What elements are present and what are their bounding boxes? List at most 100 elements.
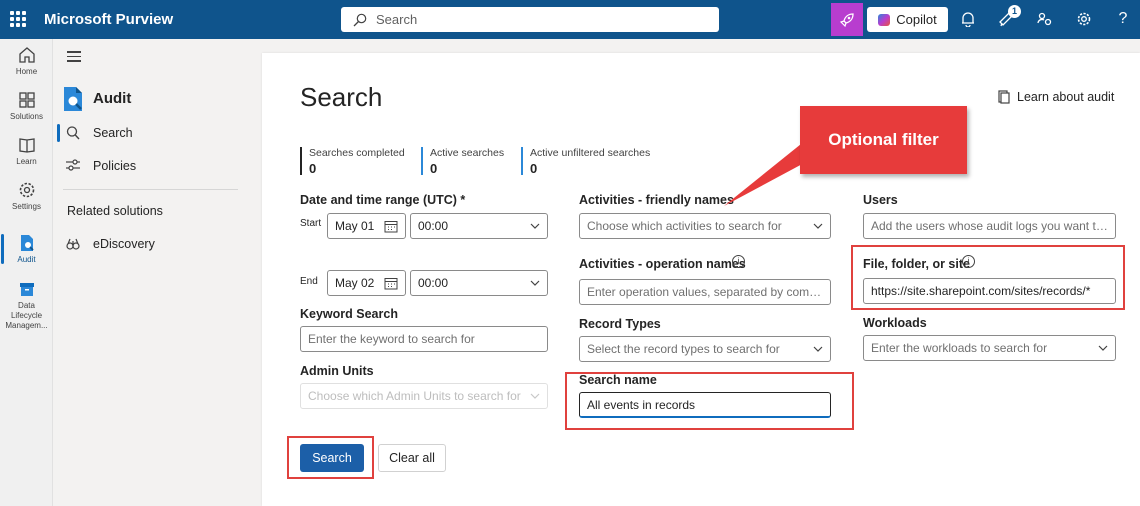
rail-label-audit: Audit <box>17 255 36 264</box>
end-time-dropdown[interactable]: 00:00 <box>410 270 548 296</box>
rail-label-solutions: Solutions <box>10 112 43 121</box>
keyword-search-placeholder: Enter the keyword to search for <box>308 332 475 346</box>
keyword-search-label: Keyword Search <box>300 307 398 321</box>
stat-value: 0 <box>430 161 438 176</box>
chevron-down-icon <box>530 280 540 286</box>
users-placeholder: Add the users whose audit logs you want … <box>871 219 1108 233</box>
search-icon <box>353 13 367 26</box>
top-bar: Microsoft Purview Copilot 1 ? <box>0 0 1140 39</box>
sliders-icon <box>66 159 80 171</box>
notifications-button[interactable] <box>959 10 977 28</box>
activities-friendly-label: Activities - friendly names <box>579 193 734 207</box>
copilot-icon <box>878 13 891 26</box>
chevron-down-icon <box>530 393 540 399</box>
rail-label-learn: Learn <box>16 157 37 166</box>
admin-units-dropdown[interactable]: Choose which Admin Units to search for <box>300 383 548 409</box>
gear-icon <box>19 182 34 198</box>
stat-active-unfiltered-searches: Active unfiltered searches 0 <box>521 147 651 176</box>
solutions-icon <box>18 92 35 108</box>
stat-label: Searches completed <box>309 147 405 159</box>
keyword-search-input[interactable]: Enter the keyword to search for <box>300 326 548 352</box>
related-solutions-heading: Related solutions <box>67 204 163 218</box>
stat-value: 0 <box>530 161 538 176</box>
app-launcher-icon[interactable] <box>10 11 26 27</box>
settings-button[interactable] <box>1075 10 1093 28</box>
calendar-icon <box>384 277 398 289</box>
bell-icon <box>962 12 974 27</box>
nav-item-search[interactable]: Search <box>93 126 133 140</box>
copilot-button[interactable]: Copilot <box>867 7 948 32</box>
start-date-value: May 01 <box>335 219 375 233</box>
activities-operation-label: Activities - operation names <box>579 257 746 271</box>
learn-icon <box>18 138 35 153</box>
search-icon <box>66 126 80 140</box>
rail-label-data-lifecycle: Data Lifecycle Managem... <box>5 301 48 330</box>
audit-icon <box>64 87 82 111</box>
optional-filter-callout: Optional filter <box>800 106 967 174</box>
highlight-file-folder-site <box>851 245 1125 310</box>
stat-value: 0 <box>309 161 317 176</box>
workloads-dropdown[interactable]: Enter the workloads to search for <box>863 335 1116 361</box>
record-types-dropdown[interactable]: Select the record types to search for <box>579 336 831 362</box>
workloads-placeholder: Enter the workloads to search for <box>871 341 1048 355</box>
start-date-picker[interactable]: May 01 <box>327 213 406 239</box>
nav-item-policies[interactable]: Policies <box>93 159 136 173</box>
chevron-down-icon <box>813 346 823 352</box>
gear-icon <box>1077 12 1091 26</box>
end-date-picker[interactable]: May 02 <box>327 270 406 296</box>
copilot-label: Copilot <box>896 12 937 27</box>
start-label: Start <box>300 218 322 229</box>
start-time-value: 00:00 <box>418 219 449 233</box>
rail-item-data-lifecycle[interactable]: Data Lifecycle Managem... <box>0 280 53 331</box>
activities-operation-input[interactable]: Enter operation values, separated by com… <box>579 279 831 305</box>
learn-link-label: Learn about audit <box>1017 90 1115 104</box>
rail-item-audit[interactable]: Audit <box>0 234 53 264</box>
stat-label: Active unfiltered searches <box>530 147 651 159</box>
people-connect-icon <box>1037 12 1052 26</box>
admin-units-placeholder: Choose which Admin Units to search for <box>308 389 521 403</box>
rail-item-solutions[interactable]: Solutions <box>0 91 53 121</box>
chevron-down-icon <box>530 223 540 229</box>
secondary-nav: Audit Search Policies Related solutions … <box>53 39 253 506</box>
nav-title: Audit <box>93 90 132 107</box>
left-rail: Home Solutions Learn Settings Audit Data… <box>0 39 53 506</box>
date-range-label: Date and time range (UTC) * <box>300 193 466 207</box>
users-label: Users <box>863 193 898 207</box>
connect-button[interactable] <box>1036 10 1054 28</box>
highlight-search-button <box>287 436 374 479</box>
stat-active-searches: Active searches 0 <box>421 147 505 176</box>
rocket-button[interactable] <box>831 3 863 36</box>
workloads-label: Workloads <box>863 316 927 330</box>
app-title[interactable]: Microsoft Purview <box>44 11 173 28</box>
nav-selected-indicator <box>57 124 60 142</box>
users-input[interactable]: Add the users whose audit logs you want … <box>863 213 1116 239</box>
rail-item-settings[interactable]: Settings <box>0 181 53 211</box>
end-time-value: 00:00 <box>418 276 449 290</box>
admin-units-label: Admin Units <box>300 364 374 378</box>
end-label: End <box>300 276 318 287</box>
audit-icon <box>20 235 34 251</box>
nav-item-ediscovery[interactable]: eDiscovery <box>93 237 155 251</box>
record-types-placeholder: Select the record types to search for <box>587 342 780 356</box>
document-icon <box>998 90 1010 104</box>
rail-item-home[interactable]: Home <box>0 46 53 76</box>
stat-label: Active searches <box>430 147 505 159</box>
start-time-dropdown[interactable]: 00:00 <box>410 213 548 239</box>
learn-about-audit-link[interactable]: Learn about audit <box>998 90 1114 104</box>
highlight-search-name <box>565 372 854 430</box>
activities-friendly-placeholder: Choose which activities to search for <box>587 219 782 233</box>
activities-operation-placeholder: Enter operation values, separated by com… <box>587 285 823 299</box>
activities-friendly-dropdown[interactable]: Choose which activities to search for <box>579 213 831 239</box>
help-button[interactable]: ? <box>1114 10 1132 28</box>
global-search-input[interactable] <box>376 12 719 27</box>
chevron-down-icon <box>1098 345 1108 351</box>
info-icon[interactable]: i <box>732 255 745 268</box>
rail-label-home: Home <box>15 67 38 76</box>
clear-all-button[interactable]: Clear all <box>378 444 446 472</box>
rail-item-learn[interactable]: Learn <box>0 136 53 166</box>
global-search-box[interactable] <box>341 7 719 32</box>
stat-searches-completed: Searches completed 0 <box>300 147 405 176</box>
hamburger-icon[interactable] <box>67 51 81 65</box>
record-types-label: Record Types <box>579 317 661 331</box>
end-date-value: May 02 <box>335 276 375 290</box>
